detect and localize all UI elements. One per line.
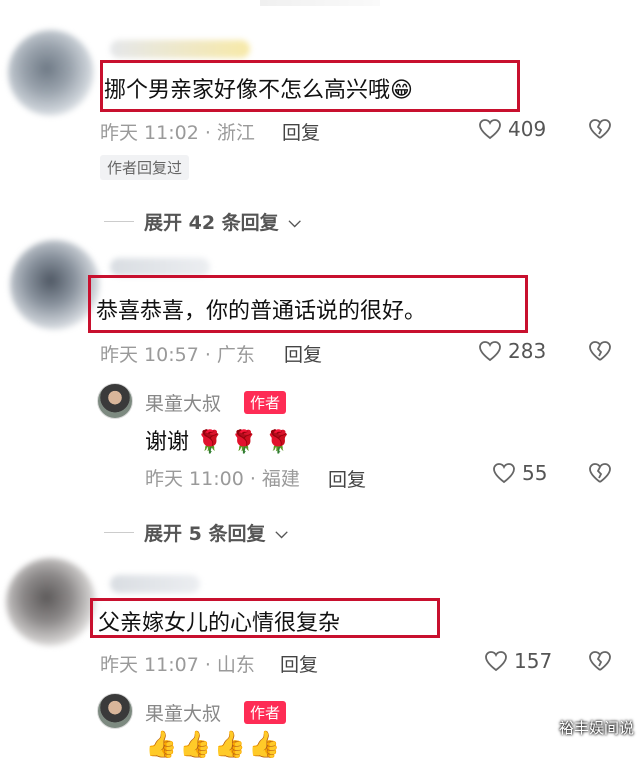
author-name[interactable]: 果童大叔	[145, 389, 221, 416]
like-count: 409	[508, 117, 547, 141]
comment-meta: 昨天 10:57 · 广东	[100, 344, 255, 366]
author-name[interactable]: 果童大叔	[145, 699, 221, 726]
comment-text: 挪个男亲家好像不怎么高兴哦😁	[104, 78, 413, 103]
chevron-down-icon: ⌵	[288, 211, 301, 231]
comment-meta: 昨天 11:02 · 浙江	[100, 122, 255, 144]
username-blurred[interactable]	[110, 40, 250, 58]
comment-text: 恭喜恭喜，你的普通话说的很好。	[96, 299, 427, 324]
like-button[interactable]: 55	[492, 461, 547, 485]
chevron-down-icon: ⌵	[275, 522, 288, 542]
avatar[interactable]	[6, 558, 96, 646]
like-count: 283	[508, 339, 547, 363]
reply-button[interactable]: 回复	[328, 465, 366, 492]
username-blurred[interactable]	[110, 575, 200, 593]
dislike-button[interactable]	[588, 118, 612, 144]
comment-meta: 昨天 11:07 · 山东	[100, 654, 255, 676]
author-badge: 作者	[244, 701, 287, 724]
reply-button[interactable]: 回复	[282, 118, 320, 145]
expand-label: 展开 5 条回复	[144, 523, 266, 545]
dislike-button[interactable]	[588, 650, 612, 676]
reply-button[interactable]: 回复	[280, 650, 318, 677]
dislike-button[interactable]	[588, 340, 612, 366]
like-button[interactable]: 157	[484, 649, 552, 673]
like-button[interactable]: 409	[478, 117, 546, 141]
reply-text: 谢谢 🌹 🌹 🌹	[145, 430, 293, 455]
author-avatar[interactable]	[97, 383, 133, 419]
divider	[104, 532, 134, 533]
like-count: 55	[522, 461, 548, 485]
broken-heart-icon	[589, 651, 611, 671]
author-replied-tag: 作者回复过	[100, 155, 190, 180]
avatar[interactable]	[10, 240, 100, 330]
reply-meta: 昨天 11:00 · 福建	[145, 468, 300, 490]
rose-emoji-icon: 🌹 🌹 🌹	[196, 430, 293, 455]
heart-icon	[485, 651, 507, 672]
like-count: 157	[514, 649, 553, 673]
expand-replies-button[interactable]: 展开 5 条回复 ⌵	[104, 519, 288, 546]
comment-text: 父亲嫁女儿的心情很复杂	[98, 611, 341, 636]
like-button[interactable]: 283	[478, 339, 546, 363]
author-badge: 作者	[244, 391, 287, 414]
expand-replies-button[interactable]: 展开 42 条回复 ⌵	[104, 208, 301, 235]
divider	[104, 221, 134, 222]
heart-icon	[479, 341, 501, 362]
watermark: 裕丰娱间说	[558, 719, 634, 737]
heart-icon	[493, 463, 515, 484]
thumbs-up-emoji-icon: 👍👍👍👍	[145, 730, 283, 760]
author-avatar[interactable]	[97, 693, 133, 729]
dislike-button[interactable]	[588, 462, 612, 488]
cropped-top-line	[260, 0, 380, 6]
grin-emoji-icon: 😁	[390, 78, 413, 103]
broken-heart-icon	[589, 463, 611, 483]
reply-button[interactable]: 回复	[284, 340, 322, 367]
broken-heart-icon	[589, 341, 611, 361]
username-blurred[interactable]	[110, 258, 210, 276]
heart-icon	[479, 119, 501, 140]
avatar[interactable]	[8, 30, 94, 116]
expand-label: 展开 42 条回复	[144, 212, 279, 234]
broken-heart-icon	[589, 119, 611, 139]
